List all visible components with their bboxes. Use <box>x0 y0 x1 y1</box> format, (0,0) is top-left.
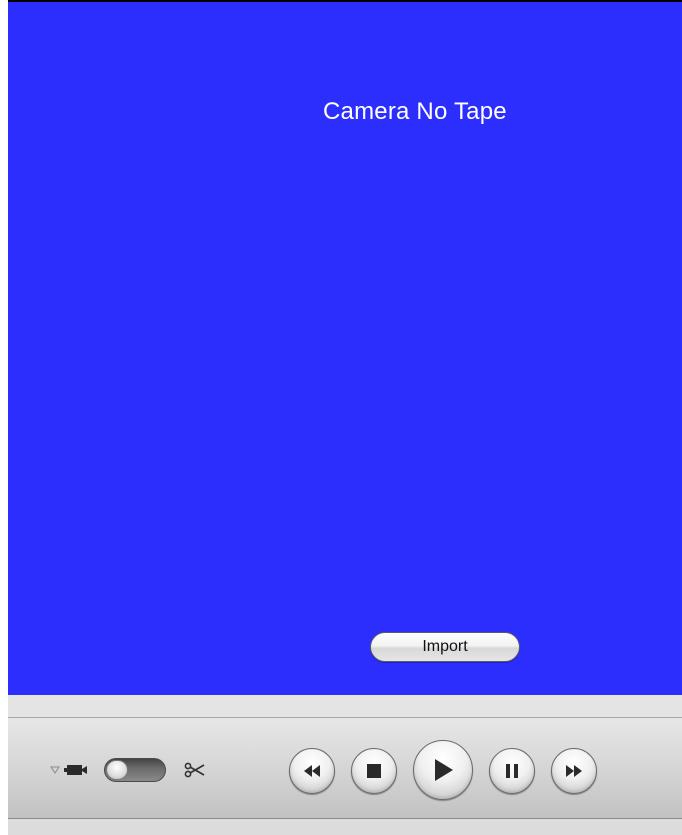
rewind-button[interactable] <box>289 748 335 794</box>
camera-icon <box>64 762 90 778</box>
fast-forward-icon <box>564 765 584 777</box>
camera-edit-mode-switch[interactable] <box>104 758 166 782</box>
pause-icon <box>505 763 519 779</box>
mode-controls <box>48 756 208 784</box>
window-left-edge <box>0 0 8 835</box>
bottom-strip <box>8 819 682 835</box>
stop-button[interactable] <box>351 748 397 794</box>
transport-controls <box>289 740 599 800</box>
stop-icon <box>366 763 382 779</box>
camera-viewer: Camera No Tape <box>8 2 682 695</box>
scissors-icon <box>182 760 208 780</box>
viewer-divider-strip <box>8 695 682 718</box>
mode-switch-knob[interactable] <box>106 760 128 780</box>
import-button[interactable]: Import <box>370 632 520 662</box>
camera-status-text: Camera No Tape <box>323 98 507 125</box>
disclosure-triangle-icon[interactable] <box>48 763 62 777</box>
fast-forward-button[interactable] <box>551 748 597 794</box>
pause-button[interactable] <box>489 748 535 794</box>
rewind-icon <box>302 765 322 777</box>
imovie-window: Camera No Tape Import <box>0 0 682 835</box>
play-icon <box>432 758 454 782</box>
play-button[interactable] <box>413 740 473 800</box>
